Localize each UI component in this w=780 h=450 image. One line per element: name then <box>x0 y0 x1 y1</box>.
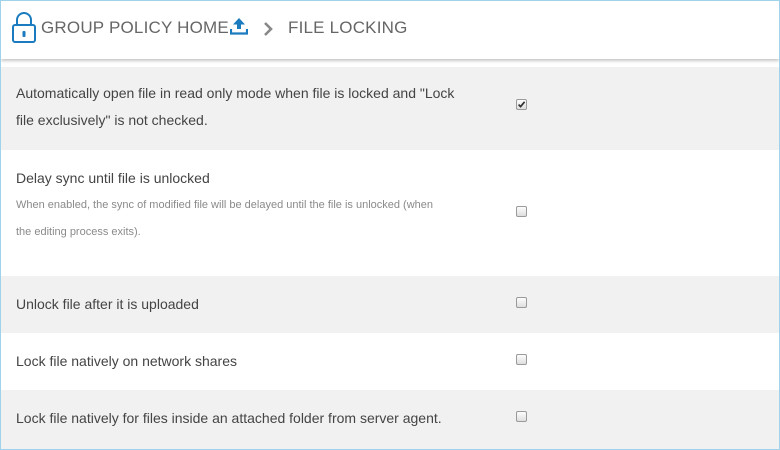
setting-row-delay-sync: Delay sync until file is unlocked When e… <box>1 150 779 276</box>
setting-label: Lock file natively for files inside an a… <box>16 410 442 426</box>
settings-list: Automatically open file in read only mod… <box>1 67 779 449</box>
setting-label: Delay sync until file is unlocked <box>16 170 210 186</box>
setting-label-line: Automatically open file in read only mod… <box>16 85 455 101</box>
setting-label-line: file exclusively" is not checked. <box>16 112 208 128</box>
breadcrumb-current-page: FILE LOCKING <box>288 18 408 37</box>
setting-label: Unlock file after it is uploaded <box>16 296 199 312</box>
checkmark-icon <box>517 101 526 108</box>
setting-row-lock-attached-folder: Lock file natively for files inside an a… <box>1 390 779 449</box>
setting-description-line: the editing process exits). <box>16 226 141 238</box>
delay-sync-checkbox[interactable] <box>516 206 527 217</box>
setting-row-unlock-after-upload: Unlock file after it is uploaded <box>1 276 779 333</box>
breadcrumb-header: GROUP POLICY HOME FILE LOCKING <box>1 1 779 59</box>
open-read-only-checkbox[interactable] <box>516 99 527 110</box>
lock-attached-folder-checkbox[interactable] <box>516 411 527 422</box>
unlock-after-upload-checkbox[interactable] <box>516 297 527 308</box>
breadcrumb-home-link[interactable]: GROUP POLICY HOME <box>41 18 229 38</box>
upload-icon[interactable] <box>230 17 248 35</box>
setting-label: Lock file natively on network shares <box>16 353 237 369</box>
lock-icon <box>12 12 36 43</box>
setting-description-line: When enabled, the sync of modified file … <box>16 199 434 211</box>
lock-network-shares-checkbox[interactable] <box>516 354 527 365</box>
setting-label: Automatically open file in read only mod… <box>16 80 486 134</box>
setting-description: When enabled, the sync of modified file … <box>16 192 486 246</box>
setting-row-open-read-only: Automatically open file in read only mod… <box>1 67 779 150</box>
setting-row-lock-network-shares: Lock file natively on network shares <box>1 333 779 390</box>
app-frame: GROUP POLICY HOME FILE LOCKING Automatic… <box>0 0 780 450</box>
chevron-right-icon <box>264 22 273 36</box>
